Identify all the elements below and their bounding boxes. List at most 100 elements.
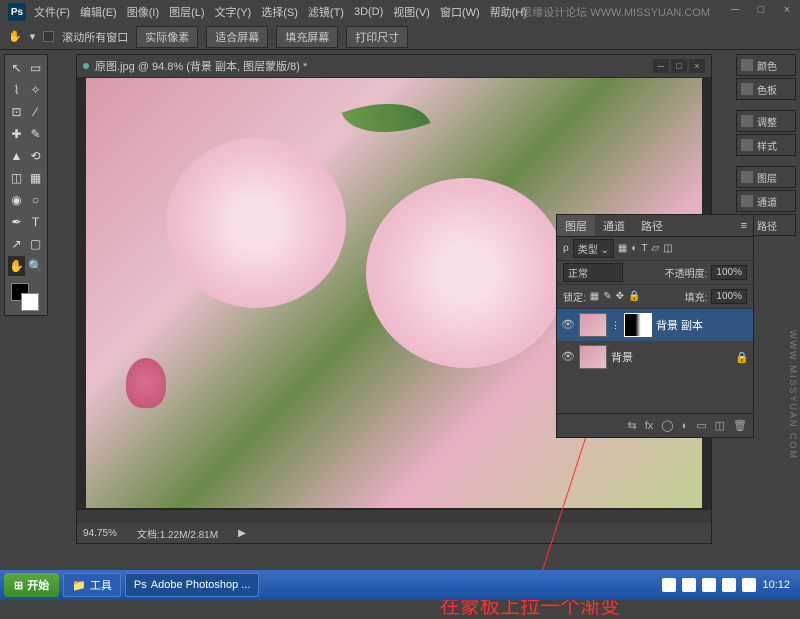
- layer-thumbnail[interactable]: [579, 313, 607, 337]
- layer-item-copy[interactable]: 👁 ⋮ 背景 副本: [557, 309, 753, 341]
- doc-minimize[interactable]: ─: [653, 59, 669, 73]
- menu-view[interactable]: 视图(V): [393, 4, 430, 20]
- print-size-button[interactable]: 打印尺寸: [346, 26, 408, 48]
- panel-styles[interactable]: 样式: [736, 134, 796, 156]
- tab-channels[interactable]: 通道: [595, 215, 633, 236]
- shape-tool[interactable]: ▢: [27, 234, 44, 254]
- layer-item-bg[interactable]: 👁 背景 🔒: [557, 341, 753, 373]
- hand-tool-icon[interactable]: ✋: [8, 30, 22, 43]
- filter-shape-icon[interactable]: ▱: [651, 243, 659, 254]
- close-button[interactable]: ×: [774, 0, 800, 20]
- zoom-tool[interactable]: 🔍: [27, 256, 44, 276]
- tray-icon[interactable]: [722, 578, 736, 592]
- menu-image[interactable]: 图像(I): [127, 4, 159, 20]
- menu-filter[interactable]: 滤镜(T): [308, 4, 344, 20]
- menu-layer[interactable]: 图层(L): [169, 4, 204, 20]
- lock-pixels-icon[interactable]: ✎: [603, 291, 611, 302]
- scroll-all-checkbox[interactable]: [43, 31, 54, 42]
- history-brush-tool[interactable]: ⟲: [27, 146, 44, 166]
- hand-tool[interactable]: ✋: [8, 256, 25, 276]
- menu-3d[interactable]: 3D(D): [354, 6, 383, 18]
- lock-all-icon[interactable]: 🔒: [628, 291, 640, 302]
- zoom-level[interactable]: 94.75%: [83, 528, 117, 539]
- maximize-button[interactable]: □: [748, 0, 774, 20]
- wand-tool[interactable]: ✧: [27, 80, 44, 100]
- layer-name[interactable]: 背景: [611, 349, 633, 365]
- lock-position-icon[interactable]: ✥: [616, 291, 624, 302]
- windows-logo-icon: ⊞: [14, 579, 23, 592]
- tray-icon[interactable]: [662, 578, 676, 592]
- document-titlebar[interactable]: 原图.jpg @ 94.8% (背景 副本, 图层蒙版/8) * ─ □ ×: [77, 55, 711, 77]
- stamp-tool[interactable]: ▲: [8, 146, 25, 166]
- menu-type[interactable]: 文字(Y): [215, 4, 252, 20]
- visibility-icon[interactable]: 👁: [561, 318, 575, 332]
- layer-thumbnail[interactable]: [579, 345, 607, 369]
- adjustment-icon[interactable]: ◐: [682, 420, 689, 432]
- tab-layers[interactable]: 图层: [557, 215, 595, 236]
- fill-screen-button[interactable]: 填充屏幕: [276, 26, 338, 48]
- eraser-tool[interactable]: ◫: [8, 168, 25, 188]
- filter-pixel-icon[interactable]: ▦: [618, 243, 627, 254]
- crop-tool[interactable]: ⊡: [8, 102, 25, 122]
- visibility-icon[interactable]: 👁: [561, 350, 575, 364]
- delete-icon[interactable]: 🗑: [733, 419, 747, 432]
- panel-swatches[interactable]: 色板: [736, 78, 796, 100]
- doc-close[interactable]: ×: [689, 59, 705, 73]
- path-tool[interactable]: ↗: [8, 234, 25, 254]
- doc-size[interactable]: 文档:1.22M/2.81M: [137, 526, 218, 541]
- panel-channels[interactable]: 通道: [736, 190, 796, 212]
- fit-screen-button[interactable]: 适合屏幕: [206, 26, 268, 48]
- layer-name[interactable]: 背景 副本: [656, 317, 703, 333]
- link-layers-icon[interactable]: ⇆: [627, 419, 636, 432]
- filter-kind-select[interactable]: 类型 ⌄: [573, 239, 614, 258]
- horizontal-scrollbar[interactable]: [77, 509, 711, 523]
- pen-tool[interactable]: ✒: [8, 212, 25, 232]
- taskbar-item-tools[interactable]: 📁 工具: [63, 573, 121, 597]
- eyedropper-tool[interactable]: ⁄: [27, 102, 44, 122]
- type-tool[interactable]: T: [27, 212, 44, 232]
- tray-icon[interactable]: [742, 578, 756, 592]
- opacity-input[interactable]: 100%: [711, 265, 747, 280]
- fx-icon[interactable]: fx: [645, 420, 654, 432]
- mask-icon[interactable]: ◯: [661, 419, 673, 432]
- lock-transparent-icon[interactable]: ▦: [590, 291, 599, 302]
- layers-icon: [741, 171, 753, 183]
- group-icon[interactable]: ▭: [696, 419, 706, 432]
- panel-color[interactable]: 颜色: [736, 54, 796, 76]
- panel-menu-icon[interactable]: ≡: [735, 220, 753, 232]
- link-icon[interactable]: ⋮: [611, 320, 620, 331]
- mask-thumbnail[interactable]: [624, 313, 652, 337]
- move-tool[interactable]: ↖: [8, 58, 25, 78]
- dodge-tool[interactable]: ○: [27, 190, 44, 210]
- minimize-button[interactable]: ─: [722, 0, 748, 20]
- menu-file[interactable]: 文件(F): [34, 4, 70, 20]
- gradient-tool[interactable]: ▦: [27, 168, 44, 188]
- menu-window[interactable]: 窗口(W): [440, 4, 480, 20]
- menu-edit[interactable]: 编辑(E): [80, 4, 117, 20]
- tray-icon[interactable]: [702, 578, 716, 592]
- start-button[interactable]: ⊞ 开始: [4, 573, 59, 597]
- filter-smart-icon[interactable]: ◫: [663, 243, 672, 254]
- new-layer-icon[interactable]: ◫: [715, 419, 725, 432]
- blend-mode-select[interactable]: 正常: [563, 263, 623, 282]
- menu-select[interactable]: 选择(S): [261, 4, 298, 20]
- brush-tool[interactable]: ✎: [27, 124, 44, 144]
- clock[interactable]: 10:12: [762, 579, 790, 591]
- filter-adjust-icon[interactable]: ◐: [631, 243, 637, 254]
- doc-maximize[interactable]: □: [671, 59, 687, 73]
- tray-icon[interactable]: [682, 578, 696, 592]
- tab-paths[interactable]: 路径: [633, 215, 671, 236]
- marquee-tool[interactable]: ▭: [27, 58, 44, 78]
- panel-adjustments[interactable]: 调整: [736, 110, 796, 132]
- fill-input[interactable]: 100%: [711, 289, 747, 304]
- blur-tool[interactable]: ◉: [8, 190, 25, 210]
- panel-layers[interactable]: 图层: [736, 166, 796, 188]
- system-tray[interactable]: 10:12: [656, 578, 796, 592]
- lasso-tool[interactable]: ⌇: [8, 80, 25, 100]
- heal-tool[interactable]: ✚: [8, 124, 25, 144]
- color-swatches[interactable]: [7, 281, 45, 313]
- actual-pixels-button[interactable]: 实际像素: [136, 26, 198, 48]
- taskbar-item-photoshop[interactable]: Ps Adobe Photoshop ...: [125, 573, 260, 597]
- filter-type-icon[interactable]: T: [641, 243, 647, 254]
- background-swatch[interactable]: [21, 293, 39, 311]
